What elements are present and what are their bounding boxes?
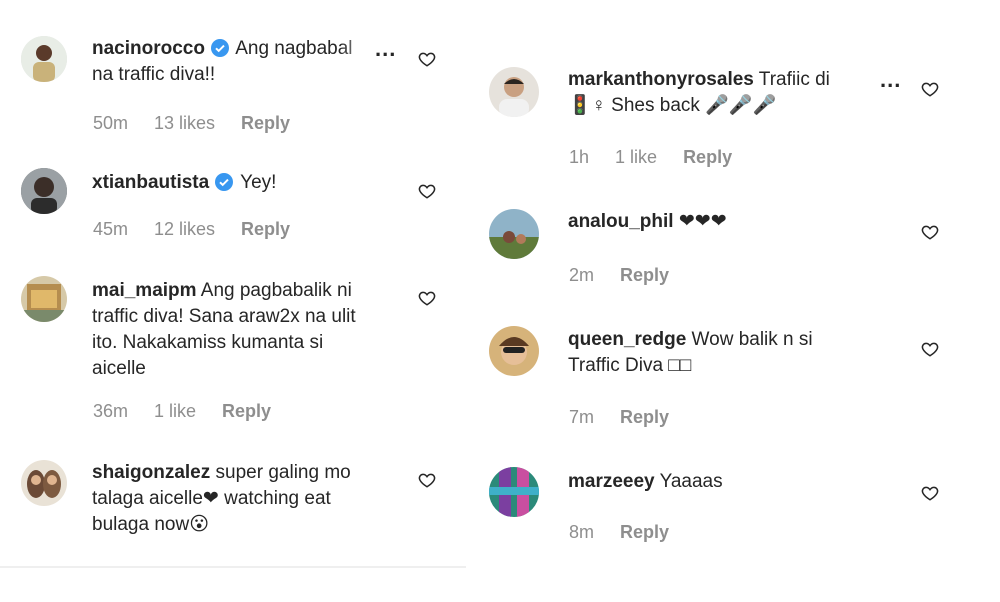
like-heart-icon[interactable] xyxy=(921,340,939,358)
comment-text: queen_redge Wow balik n si Traffic Diva … xyxy=(568,327,908,379)
comment-body-line1: Wow balik n si xyxy=(691,329,813,350)
comment-body-line1: Ang nagbabal xyxy=(235,38,353,59)
username-link[interactable]: nacinorocco xyxy=(92,38,205,59)
timestamp[interactable]: 2m xyxy=(569,265,594,286)
right-comment-column: markanthonyrosales Trafiic di 🚦♀ Shes ba… xyxy=(470,0,1000,602)
likes-count[interactable]: 13 likes xyxy=(154,113,215,134)
comment-text: analou_phil ❤❤❤ xyxy=(568,209,908,235)
comment-item: analou_phil ❤❤❤ 2m Reply xyxy=(470,190,1000,310)
like-heart-icon[interactable] xyxy=(921,80,939,98)
reply-button[interactable]: Reply xyxy=(620,522,669,543)
avatar[interactable] xyxy=(489,326,539,376)
comment-item: mai_maipm Ang pagbabalik ni traffic diva… xyxy=(0,260,470,440)
comment-text: shaigonzalez super galing mo talaga aice… xyxy=(92,460,412,538)
username-link[interactable]: shaigonzalez xyxy=(92,462,210,483)
avatar[interactable] xyxy=(21,36,67,82)
like-heart-icon[interactable] xyxy=(921,484,939,502)
timestamp[interactable]: 1h xyxy=(569,147,589,168)
reply-button[interactable]: Reply xyxy=(620,265,669,286)
likes-count[interactable]: 12 likes xyxy=(154,219,215,240)
likes-count[interactable]: 1 like xyxy=(154,401,196,422)
verified-badge-icon xyxy=(210,39,229,57)
comment-meta: 36m 1 like Reply xyxy=(93,401,271,422)
comment-meta: 2m Reply xyxy=(569,265,669,286)
comment-body-line1: Yaaaas xyxy=(659,471,723,492)
comment-meta: 45m 12 likes Reply xyxy=(93,219,290,240)
more-options-icon[interactable]: ... xyxy=(375,36,396,62)
timestamp[interactable]: 50m xyxy=(93,113,128,134)
comment-body-line1: ❤❤❤ xyxy=(678,211,727,232)
comment-body-line1: Trafiic di xyxy=(758,69,830,90)
comment-text: marzeeey Yaaaas xyxy=(568,469,908,495)
avatar[interactable] xyxy=(21,460,67,506)
like-heart-icon[interactable] xyxy=(418,182,436,200)
username-link[interactable]: analou_phil xyxy=(568,211,674,232)
avatar[interactable] xyxy=(489,209,539,259)
avatar[interactable] xyxy=(489,67,539,117)
like-heart-icon[interactable] xyxy=(418,471,436,489)
timestamp[interactable]: 7m xyxy=(569,407,594,428)
comment-item: shaigonzalez super galing mo talaga aice… xyxy=(0,440,470,560)
text-fade xyxy=(340,36,380,62)
comment-body-line2: 🚦♀ Shes back 🎤🎤🎤 xyxy=(568,95,777,116)
avatar[interactable] xyxy=(21,276,67,322)
avatar[interactable] xyxy=(21,168,67,214)
more-options-icon[interactable]: ... xyxy=(880,67,901,93)
comment-item: queen_redge Wow balik n si Traffic Diva … xyxy=(470,310,1000,450)
username-link[interactable]: queen_redge xyxy=(568,329,686,350)
like-heart-icon[interactable] xyxy=(418,289,436,307)
comment-meta: 1h 1 like Reply xyxy=(569,147,732,168)
timestamp[interactable]: 8m xyxy=(569,522,594,543)
comment-meta: 8m Reply xyxy=(569,522,669,543)
reply-button[interactable]: Reply xyxy=(620,407,669,428)
username-link[interactable]: marzeeey xyxy=(568,471,655,492)
reply-button[interactable]: Reply xyxy=(683,147,732,168)
comment-item: nacinorocco Ang nagbabal na traffic diva… xyxy=(0,0,470,150)
comment-body-line1: super galing mo xyxy=(215,462,351,483)
reply-button[interactable]: Reply xyxy=(222,401,271,422)
avatar[interactable] xyxy=(489,467,539,517)
likes-count[interactable]: 1 like xyxy=(615,147,657,168)
verified-badge-icon xyxy=(215,173,234,191)
reply-button[interactable]: Reply xyxy=(241,219,290,240)
comment-body-line1: Ang pagbabalik ni xyxy=(200,280,352,301)
comment-body-line3: ito. Nakakamiss kumanta si xyxy=(92,332,324,353)
left-comment-column: nacinorocco Ang nagbabal na traffic diva… xyxy=(0,0,470,602)
username-link[interactable]: xtianbautista xyxy=(92,172,209,193)
comment-body-line2: talaga aicelle❤ watching eat xyxy=(92,488,331,509)
username-link[interactable]: markanthonyrosales xyxy=(568,69,754,90)
comment-body-line2: na traffic diva!! xyxy=(92,64,216,85)
comment-body-line1: Yey! xyxy=(240,172,277,193)
comment-text: mai_maipm Ang pagbabalik ni traffic diva… xyxy=(92,278,412,382)
comment-meta: 7m Reply xyxy=(569,407,669,428)
comment-body-line2: Traffic Diva □□ xyxy=(568,355,692,376)
comment-item: markanthonyrosales Trafiic di 🚦♀ Shes ba… xyxy=(470,0,1000,190)
comment-body-line4: aicelle xyxy=(92,358,146,379)
comment-text: xtianbautista Yey! xyxy=(92,170,422,196)
timestamp[interactable]: 36m xyxy=(93,401,128,422)
comment-body-line3: bulaga now😮 xyxy=(92,514,209,535)
timestamp[interactable]: 45m xyxy=(93,219,128,240)
divider xyxy=(0,566,466,568)
comment-body-line2: traffic diva! Sana araw2x na ulit xyxy=(92,306,356,327)
comment-item: marzeeey Yaaaas 8m Reply xyxy=(470,450,1000,560)
comment-meta: 50m 13 likes Reply xyxy=(93,113,290,134)
username-link[interactable]: mai_maipm xyxy=(92,280,197,301)
reply-button[interactable]: Reply xyxy=(241,113,290,134)
like-heart-icon[interactable] xyxy=(921,223,939,241)
like-heart-icon[interactable] xyxy=(418,50,436,68)
comment-item: xtianbautista Yey! 45m 12 likes Reply xyxy=(0,150,470,260)
